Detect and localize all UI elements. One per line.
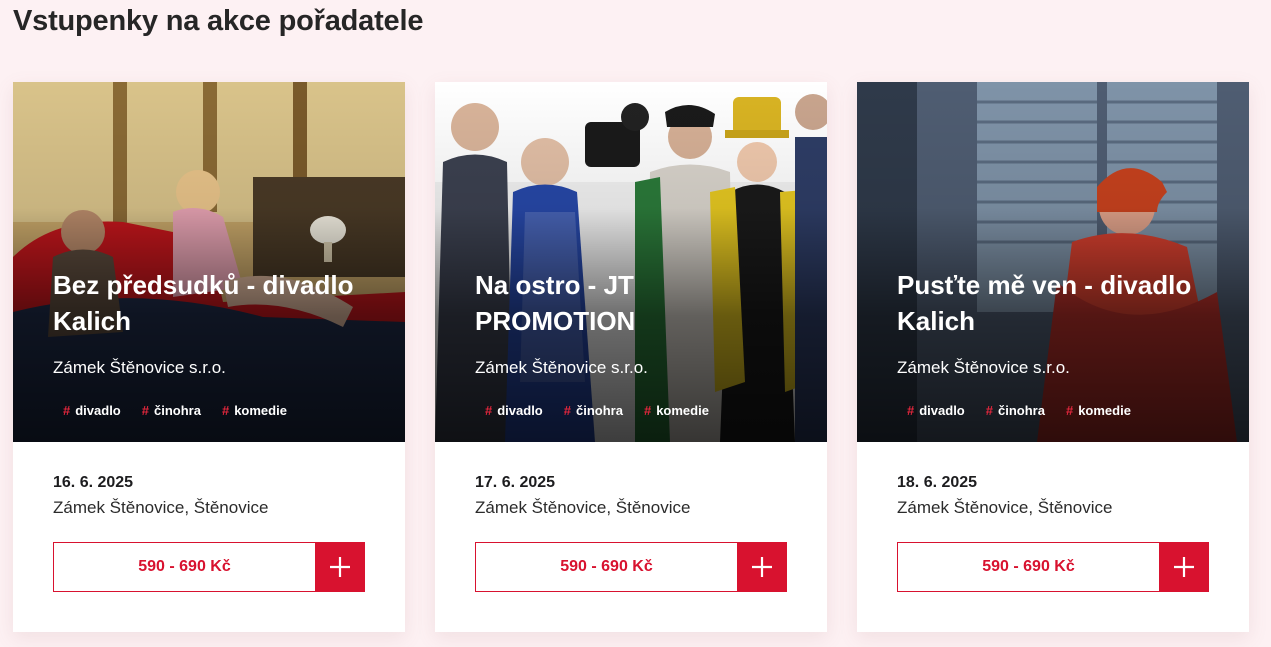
event-info: 18. 6. 2025 Zámek Štěnovice, Štěnovice — [897, 474, 1209, 518]
tag-label: činohra — [153, 403, 201, 418]
tag-list: # divadlo # činohra # komedie — [485, 403, 709, 418]
event-image[interactable]: Bez předsudků - divadlo Kalich Zámek Ště… — [13, 82, 405, 442]
event-title[interactable]: Na ostro - JT PROMOTION — [475, 267, 795, 339]
price-button[interactable]: 590 - 690 Kč — [53, 542, 315, 592]
image-overlay — [857, 82, 1249, 442]
tag-label: činohra — [997, 403, 1045, 418]
image-overlay — [435, 82, 827, 442]
plus-icon — [330, 557, 350, 577]
event-organizer[interactable]: Zámek Štěnovice s.r.o. — [53, 358, 226, 378]
tag-komedie[interactable]: # komedie — [644, 403, 709, 418]
hash-icon: # — [563, 403, 571, 418]
add-to-cart-button[interactable] — [315, 542, 365, 592]
event-title[interactable]: Pusťte mě ven - divadlo Kalich — [897, 267, 1217, 339]
tag-komedie[interactable]: # komedie — [222, 403, 287, 418]
hash-icon: # — [485, 403, 493, 418]
hash-icon: # — [1065, 403, 1074, 418]
page-title: Vstupenky na akce pořadatele — [13, 5, 424, 37]
tag-divadlo[interactable]: # divadlo — [485, 403, 543, 418]
tag-cinohra[interactable]: # činohra — [986, 403, 1045, 418]
event-title[interactable]: Bez předsudků - divadlo Kalich — [53, 267, 373, 339]
event-image[interactable]: Na ostro - JT PROMOTION Zámek Štěnovice … — [435, 82, 827, 442]
hash-icon: # — [985, 403, 993, 418]
event-info: 16. 6. 2025 Zámek Štěnovice, Štěnovice — [53, 474, 365, 518]
tag-list: # divadlo # činohra # komedie — [63, 403, 287, 418]
add-to-cart-button[interactable] — [1159, 542, 1209, 592]
plus-icon — [752, 557, 772, 577]
hash-icon: # — [907, 403, 915, 418]
hash-icon: # — [221, 403, 230, 418]
buy-row: 590 - 690 Kč — [897, 542, 1209, 592]
event-card[interactable]: Bez předsudků - divadlo Kalich Zámek Ště… — [13, 82, 405, 632]
price-button[interactable]: 590 - 690 Kč — [897, 542, 1159, 592]
event-venue: Zámek Štěnovice, Štěnovice — [897, 498, 1113, 517]
tag-komedie[interactable]: # komedie — [1066, 403, 1131, 418]
hash-icon: # — [63, 403, 71, 418]
plus-icon — [1174, 557, 1194, 577]
tag-label: komedie — [656, 403, 709, 418]
event-image[interactable]: Pusťte mě ven - divadlo Kalich Zámek Ště… — [857, 82, 1249, 442]
tag-label: komedie — [234, 403, 287, 418]
tag-list: # divadlo # činohra # komedie — [907, 403, 1131, 418]
hash-icon: # — [141, 403, 149, 418]
event-date: 18. 6. 2025 — [897, 474, 978, 491]
event-organizer[interactable]: Zámek Štěnovice s.r.o. — [475, 358, 648, 378]
event-info: 17. 6. 2025 Zámek Štěnovice, Štěnovice — [475, 474, 787, 518]
tag-label: komedie — [1078, 403, 1131, 418]
event-card[interactable]: Pusťte mě ven - divadlo Kalich Zámek Ště… — [857, 82, 1249, 632]
hash-icon: # — [643, 403, 652, 418]
event-venue: Zámek Štěnovice, Štěnovice — [475, 498, 691, 517]
tag-cinohra[interactable]: # činohra — [142, 403, 201, 418]
image-overlay — [13, 82, 405, 442]
event-venue: Zámek Štěnovice, Štěnovice — [53, 498, 269, 517]
event-card[interactable]: Na ostro - JT PROMOTION Zámek Štěnovice … — [435, 82, 827, 632]
buy-row: 590 - 690 Kč — [475, 542, 787, 592]
tag-label: divadlo — [75, 403, 121, 418]
event-organizer[interactable]: Zámek Štěnovice s.r.o. — [897, 358, 1070, 378]
buy-row: 590 - 690 Kč — [53, 542, 365, 592]
tag-label: divadlo — [919, 403, 965, 418]
add-to-cart-button[interactable] — [737, 542, 787, 592]
price-button[interactable]: 590 - 690 Kč — [475, 542, 737, 592]
tag-label: činohra — [575, 403, 623, 418]
tag-cinohra[interactable]: # činohra — [564, 403, 623, 418]
event-date: 16. 6. 2025 — [53, 474, 134, 491]
event-date: 17. 6. 2025 — [475, 474, 556, 491]
tag-divadlo[interactable]: # divadlo — [63, 403, 121, 418]
tag-label: divadlo — [497, 403, 543, 418]
tag-divadlo[interactable]: # divadlo — [907, 403, 965, 418]
